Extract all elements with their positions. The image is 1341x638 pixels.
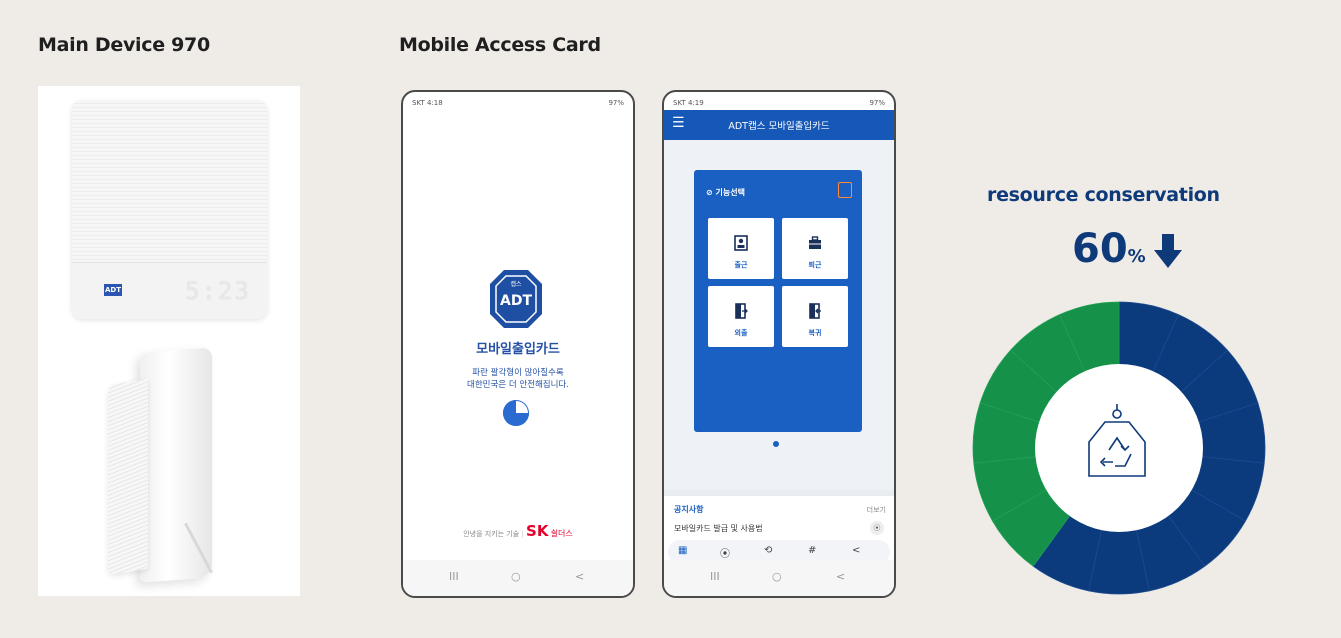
tile-return[interactable]: 복귀 xyxy=(782,286,848,347)
tile-check-out[interactable]: 퇴근 xyxy=(782,218,848,279)
notice-item[interactable]: 모바일카드 발급 및 사용법 xyxy=(674,523,763,534)
status-bar: SKT 4:19 97% xyxy=(664,92,894,110)
page-indicator-dot[interactable] xyxy=(773,441,779,447)
nav-home-button[interactable]: ○ xyxy=(511,570,521,583)
badge-top-text: 캡스 xyxy=(510,281,522,288)
conservation-donut-chart xyxy=(972,301,1266,595)
card-heading: ⊘ 기능선택 xyxy=(706,188,745,197)
nav-recents-button[interactable]: III xyxy=(449,570,459,583)
mobile-access-card-title: Mobile Access Card xyxy=(399,34,601,56)
tab-hash-icon[interactable]: # xyxy=(808,545,816,556)
scan-icon[interactable]: ⦿ xyxy=(870,521,884,535)
conservation-percent: 60% xyxy=(1072,226,1146,272)
status-carrier-time: SKT 4:18 xyxy=(412,99,443,107)
down-arrow-icon xyxy=(1154,234,1182,268)
phone-splash-screen: SKT 4:18 97% 캡스 ADT 모바일출입카드 파란 팔각형이 많아질수… xyxy=(401,90,635,598)
notice-more-link[interactable]: 더보기 xyxy=(867,505,886,515)
percent-value: 60 xyxy=(1072,226,1128,272)
nav-recents-button[interactable]: III xyxy=(710,570,720,583)
device-side-view xyxy=(140,347,212,583)
loading-spinner xyxy=(503,400,529,426)
tile-label: 출근 xyxy=(734,261,748,269)
percent-unit: % xyxy=(1127,246,1146,267)
sk-logo: SK xyxy=(526,522,549,540)
nav-back-button[interactable]: < xyxy=(575,570,584,583)
nav-home-button[interactable]: ○ xyxy=(772,570,782,583)
status-carrier-time: SKT 4:19 xyxy=(673,99,704,107)
splash-message: 파란 팔각형이 많아질수록 대한민국은 더 안전해집니다. xyxy=(467,368,569,390)
briefcase-icon xyxy=(809,236,821,249)
tile-check-in[interactable]: 출근 xyxy=(708,218,774,279)
device-clock-display: 5:23 xyxy=(185,277,251,305)
sk-brand-name: 쉴더스 xyxy=(550,529,573,538)
app-header-title: ADT캡스 모바일출입카드 xyxy=(728,121,830,132)
tile-label: 외출 xyxy=(734,329,748,337)
notice-heading: 공지사항 xyxy=(674,505,704,514)
id-card-icon xyxy=(734,235,748,251)
badge-text: ADT xyxy=(500,293,532,309)
footer-text: 안녕을 지키는 기술 xyxy=(463,530,520,538)
tile-go-out[interactable]: 외출 xyxy=(708,286,774,347)
android-nav-bar: III ○ < xyxy=(403,560,633,596)
exit-door-icon[interactable] xyxy=(838,182,852,198)
status-battery: 97% xyxy=(869,99,885,107)
tile-label: 퇴근 xyxy=(808,261,822,269)
resource-conservation-title: resource conservation xyxy=(987,184,1220,206)
nav-back-button[interactable]: < xyxy=(836,570,845,583)
tab-card-icon[interactable]: ▦ xyxy=(678,545,687,556)
function-select-card: ⊘ 기능선택 출근 퇴근 외출 복귀 xyxy=(694,170,862,432)
main-device-title: Main Device 970 xyxy=(38,34,210,56)
app-name: 모바일출입카드 xyxy=(476,342,560,357)
door-exit-icon xyxy=(735,303,748,319)
device-logo: ADT xyxy=(104,284,122,296)
door-return-icon xyxy=(809,303,821,319)
tile-label: 복귀 xyxy=(808,329,822,337)
sk-footer: 안녕을 지키는 기술 | SK 쉴더스 xyxy=(463,522,573,540)
android-nav-bar: III ○ < xyxy=(664,560,894,596)
app-header: ☰ ADT캡스 모바일출입카드 xyxy=(664,110,894,140)
tab-scan-icon[interactable]: ⦿ xyxy=(720,545,730,560)
adt-octagon-logo: 캡스 ADT xyxy=(490,270,542,328)
donut-hole xyxy=(1035,364,1203,532)
device-side-panel xyxy=(108,378,148,576)
tab-share-icon[interactable]: < xyxy=(852,545,860,556)
status-battery: 97% xyxy=(608,99,624,107)
phone-app-screen: SKT 4:19 97% ☰ ADT캡스 모바일출입카드 ⊘ 기능선택 출근 퇴… xyxy=(662,90,896,598)
status-bar: SKT 4:18 97% xyxy=(403,92,633,110)
tab-refresh-icon[interactable]: ⟲ xyxy=(764,545,772,556)
